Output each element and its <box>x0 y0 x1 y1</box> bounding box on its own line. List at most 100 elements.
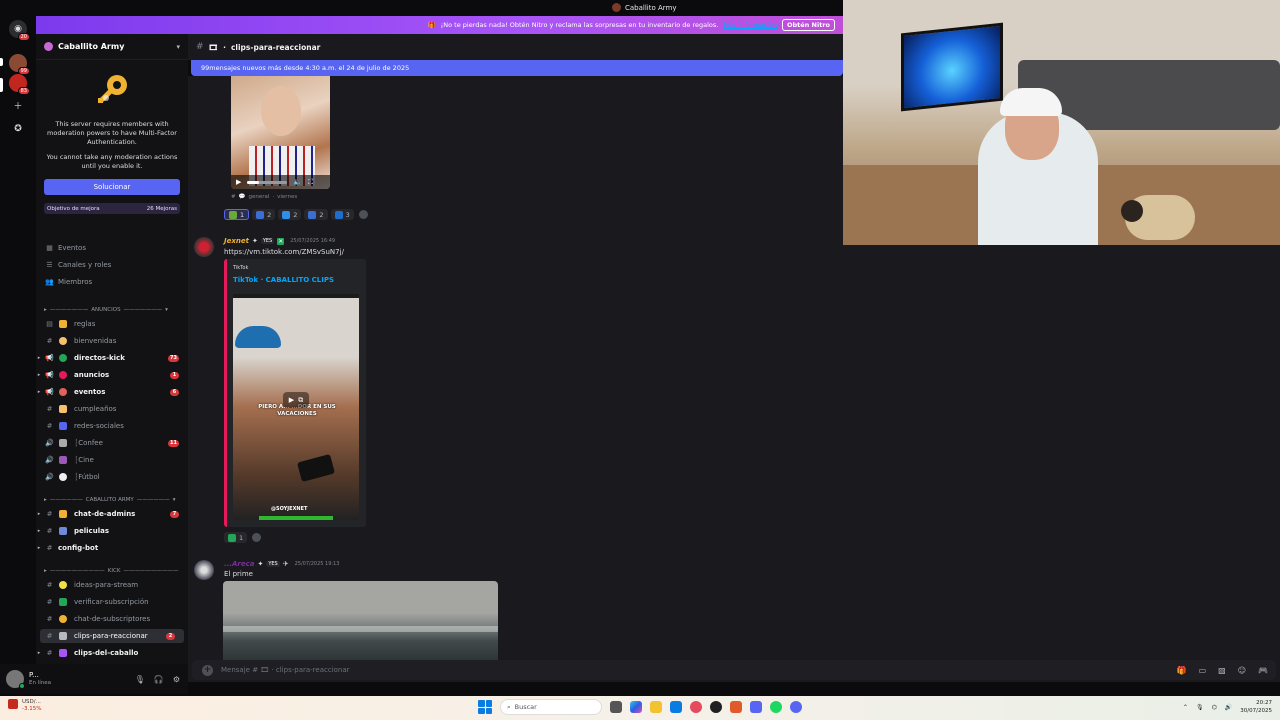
network-icon[interactable]: ⌬ <box>1212 704 1217 711</box>
volume-icon[interactable]: 🔊 <box>1225 704 1232 711</box>
reaction[interactable]: 2 <box>304 209 328 220</box>
server-header[interactable]: Caballito Army ▾ <box>36 34 188 60</box>
a-emoji-icon <box>282 210 291 219</box>
gear-icon[interactable]: ⚙ <box>173 675 180 684</box>
channel-cine[interactable]: 🔊 ┆Cine <box>36 453 188 467</box>
channel-clips-para-reaccionar[interactable]: # clips-para-reaccionar 2 <box>40 629 184 643</box>
channel-ideas-para-stream[interactable]: # ideas-para-stream <box>36 578 188 592</box>
copilot-icon[interactable] <box>630 701 642 713</box>
message-input[interactable]: Mensaje # 🎞 · clips-para-reaccionar <box>221 666 350 674</box>
plus-icon[interactable]: + <box>202 664 213 676</box>
channel-anuncios[interactable]: ▸ 📢 anuncios 1 <box>36 368 188 382</box>
category-anuncios[interactable]: ▸ ——————— ANUNCIOS ——————— ▾ <box>44 304 184 316</box>
channel-directos-kick[interactable]: ▸ 📢 directos-kick 73 <box>36 351 188 365</box>
clock[interactable]: 20:27 30/07/2025 <box>1240 699 1272 715</box>
discover-button[interactable]: ✪ <box>9 120 27 138</box>
avatar[interactable] <box>194 560 214 580</box>
plus-icon: ＋ <box>13 101 23 112</box>
caret-right-icon: ▸ <box>37 511 41 517</box>
headphones-icon[interactable]: 🎧 <box>154 675 164 684</box>
channel-clips-del-caballo[interactable]: ▸ # clips-del-caballo <box>36 646 188 660</box>
channel-eventos[interactable]: ▸ 📢 eventos 6 <box>36 385 188 399</box>
obs-icon[interactable] <box>710 701 722 713</box>
nitro-info-link[interactable]: Más información <box>723 21 777 29</box>
channel-cumpleanos[interactable]: # cumpleaños <box>36 402 188 416</box>
image-attachment[interactable] <box>223 581 498 660</box>
add-reaction-icon[interactable] <box>358 210 368 219</box>
nav-channels-roles[interactable]: ☰ Canales y roles <box>36 258 188 272</box>
channel-reglas[interactable]: ▤ reglas <box>36 317 188 331</box>
spotify-icon[interactable] <box>770 701 782 713</box>
category-caballito-army[interactable]: ▸ —————— CABALLITO ARMY —————— ▾ <box>44 494 184 506</box>
fullscreen-icon[interactable]: ⛶ <box>308 178 313 187</box>
add-reaction-icon[interactable] <box>252 533 262 542</box>
channel-peliculas[interactable]: ▸ # peliculas <box>36 524 188 538</box>
start-icon[interactable] <box>478 700 492 714</box>
category-kick[interactable]: ▸ —————————— KICK —————————— <box>44 565 184 577</box>
reaction[interactable]: 3 <box>330 209 354 220</box>
nav-events[interactable]: ▦ Eventos <box>36 241 188 255</box>
embed-video[interactable]: PIERO A... ...DOR EN SUS VACACIONES ▶ ⧉ … <box>233 294 359 520</box>
nav-members[interactable]: 👥 Miembros <box>36 275 188 289</box>
channel-verificar-subscripcion[interactable]: # verificar-subscripción <box>36 595 188 609</box>
stock-widget[interactable]: USD/... -3.15% <box>8 699 41 713</box>
server-icon <box>612 3 621 12</box>
caret-right-icon: ▸ <box>44 307 47 313</box>
volume-icon[interactable]: 🔈 <box>293 178 302 186</box>
emoji-icon[interactable]: ☺ <box>1238 666 1246 675</box>
gif-icon[interactable]: ▭ <box>1199 666 1207 675</box>
avatar[interactable] <box>6 670 25 689</box>
wave-hand-icon <box>59 337 67 345</box>
play-button[interactable]: ▶ ⧉ <box>283 392 309 408</box>
channel-chat-de-subscriptores[interactable]: # chat-de-subscriptores <box>36 612 188 626</box>
new-messages-bar[interactable]: 99mensajes nuevos más desde 4:30 a.m. el… <box>191 60 843 76</box>
brave-icon[interactable] <box>730 701 742 713</box>
caret-right-icon: ▸ <box>44 497 47 503</box>
dm-button[interactable]: ◉ 20 <box>9 20 30 41</box>
fix-mfa-button[interactable]: Solucionar <box>44 179 180 195</box>
caret-right-icon: ▸ <box>37 355 41 361</box>
file-explorer-icon[interactable] <box>650 701 662 713</box>
discord-icon[interactable] <box>790 701 802 713</box>
user-name[interactable]: P... En línea <box>29 671 51 687</box>
gift-icon[interactable]: 🎁 <box>1177 666 1187 675</box>
boost-goal[interactable]: Objetivo de mejora 26 Mejoras <box>44 203 180 214</box>
microphone-icon[interactable]: 🎙 <box>135 675 145 684</box>
channel-chat-de-admins[interactable]: ▸ # chat-de-admins 7 <box>36 507 188 521</box>
add-server-button[interactable]: ＋ <box>9 96 27 114</box>
author-name[interactable]: Jexnet <box>224 237 249 245</box>
reaction-bar: 1 2 2 2 3 <box>224 209 368 220</box>
message-author: Jexnet ✦ YES ✕ 25/07/2025 16:49 <box>224 237 335 245</box>
channel-futbol[interactable]: 🔊 ┆Fútbol <box>36 470 188 484</box>
apps-icon[interactable]: 🎮 <box>1258 666 1268 675</box>
channel-config-bot[interactable]: ▸ # config-bot <box>36 541 188 555</box>
embed-title[interactable]: TikTok · CABALLITO CLIPS <box>233 276 334 284</box>
channel-bienvenidas[interactable]: # bienvenidas <box>36 334 188 348</box>
message-link[interactable]: https://vm.tiktok.com/ZMSvSuN7j/ <box>224 248 344 256</box>
get-nitro-button[interactable]: Obtén Nitro <box>781 19 835 31</box>
play-icon[interactable]: ▶ <box>236 178 241 186</box>
text-channel-icon: # <box>46 337 53 345</box>
video-progress[interactable] <box>247 180 288 184</box>
author-name[interactable]: ...Areca <box>224 560 254 568</box>
chevron-up-icon[interactable]: ⌃ <box>1183 704 1188 711</box>
mic-icon[interactable]: 🎙 <box>1196 704 1204 711</box>
server-1-button[interactable]: 99 <box>9 54 30 75</box>
reaction[interactable]: 2 <box>252 209 276 220</box>
task-view-icon[interactable] <box>610 701 622 713</box>
reaction[interactable]: 1 <box>224 209 250 220</box>
server-2-button[interactable]: 83 <box>9 74 30 95</box>
reaction[interactable]: 2 <box>278 209 302 220</box>
teams-icon[interactable] <box>750 701 762 713</box>
reaction[interactable]: 1 <box>224 532 248 543</box>
avatar[interactable] <box>194 237 214 257</box>
channel-redes-sociales[interactable]: # redes-sociales <box>36 419 188 433</box>
text-channel-icon: # <box>46 544 53 552</box>
store-icon[interactable] <box>670 701 682 713</box>
channel-confee[interactable]: 🔊 ┆Confee 11 <box>36 436 188 450</box>
taskbar-search[interactable]: ⌕ Buscar <box>500 699 602 715</box>
search-icon: ⌕ <box>507 702 511 711</box>
app-icon[interactable] <box>690 701 702 713</box>
sticker-icon[interactable]: ▧ <box>1218 666 1226 675</box>
video-attachment[interactable]: ▶ 🔈 ⛶ <box>231 76 330 189</box>
